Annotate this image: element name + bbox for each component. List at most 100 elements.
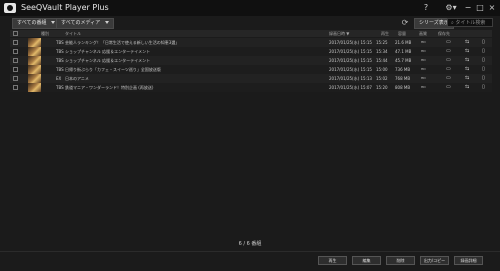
header-type[interactable]: 種別	[41, 30, 49, 37]
row-duration: 15:44	[376, 58, 388, 63]
play-button[interactable]: 再生	[318, 256, 347, 265]
row-duration: 15:34	[376, 49, 388, 54]
select-all-checkbox[interactable]	[13, 31, 18, 36]
row-title: 日帰り街ぶらり「カフェ・スイーツ巡り」全国放送版	[65, 67, 161, 72]
thumbnail	[28, 74, 41, 83]
transfer-icon[interactable]: ⇆	[465, 47, 469, 56]
thumbnail	[28, 56, 41, 65]
row-quality: HD	[421, 40, 426, 44]
row-quality: HD	[421, 85, 426, 89]
row-checkbox[interactable]	[13, 76, 18, 81]
row-duration: 15:02	[376, 76, 388, 81]
table-row[interactable]: EX 日本のアニメ 2017/01/25(水) 15:13 15:02 768 …	[10, 74, 492, 83]
row-checkbox[interactable]	[13, 85, 18, 90]
thumbnail	[28, 38, 41, 47]
table-row[interactable]: TBS 日帰り街ぶらり「カフェ・スイーツ巡り」全国放送版 2017/01/25(…	[10, 65, 492, 74]
row-title: 鉄道マニア・ワンダーランド！特別企画 (再放送)	[65, 85, 154, 90]
header-title[interactable]: タイトル	[65, 30, 81, 37]
row-checkbox[interactable]	[13, 67, 18, 72]
table-row[interactable]: TBS 芸能人ランキング！「日常生活で使える新しい生活の知恵3選」 2017/0…	[10, 38, 492, 47]
transfer-icon[interactable]: ⇆	[465, 38, 469, 47]
row-checkbox[interactable]	[13, 58, 18, 63]
row-type: TBS	[56, 40, 64, 45]
delete-icon[interactable]: ▯	[482, 83, 485, 92]
row-quality: HD	[421, 58, 426, 62]
header-size[interactable]: 容量	[398, 30, 406, 37]
header-duration[interactable]: 再生	[381, 30, 389, 37]
row-size: 736 MB	[395, 67, 411, 72]
thumbnail	[28, 47, 41, 56]
delete-icon[interactable]: ▯	[482, 47, 485, 56]
transfer-icon[interactable]: ⇆	[465, 74, 469, 83]
table-row[interactable]: TBS ショップチャンネル 応援＆エンターテイメント 2017/01/25(水)…	[10, 56, 492, 65]
transfer-icon[interactable]: ⇆	[465, 56, 469, 65]
row-duration: 15:00	[376, 67, 388, 72]
table-row[interactable]: TBS ショップチャンネル 応援＆エンターテイメント 2017/01/25(水)…	[10, 47, 492, 56]
row-date: 2017/01/25(水) 15:15	[329, 67, 372, 72]
header-quality[interactable]: 画質	[419, 30, 427, 37]
program-filter-dropdown[interactable]: すべての番組	[12, 18, 61, 29]
row-quality: HD	[421, 49, 426, 53]
row-date: 2017/01/25(水) 15:07	[329, 85, 372, 90]
device-icon: ▭	[446, 48, 451, 54]
delete-icon[interactable]: ▯	[482, 65, 485, 74]
title-bar: SeeQVault Player Plus ? ⚙▾ − □ ×	[0, 0, 500, 16]
refresh-icon[interactable]: ⟳	[400, 18, 410, 28]
export-button[interactable]: 出力/コピー	[420, 256, 449, 265]
media-filter-dropdown[interactable]: すべてのメディア	[56, 18, 115, 29]
table-header: 種別 タイトル 録画日時 ▼ 再生 容量 画質 保存先	[10, 30, 492, 37]
close-icon[interactable]: ×	[487, 1, 497, 15]
transfer-icon[interactable]: ⇆	[465, 83, 469, 92]
series-view-label: シリーズ表示	[419, 20, 449, 26]
row-quality: HD	[421, 67, 426, 71]
table-row[interactable]: TBS 鉄道マニア・ワンダーランド！特別企画 (再放送) 2017/01/25(…	[10, 83, 492, 92]
row-type: EX	[56, 76, 62, 81]
minimize-icon[interactable]: −	[463, 1, 473, 15]
row-duration: 15:20	[376, 85, 388, 90]
row-title: ショップチャンネル 応援＆エンターテイメント	[65, 49, 151, 54]
app-logo-icon	[4, 3, 16, 13]
thumbnail	[28, 65, 41, 74]
header-dest[interactable]: 保存先	[438, 30, 450, 37]
row-duration: 15:25	[376, 40, 388, 45]
delete-icon[interactable]: ▯	[482, 74, 485, 83]
delete-icon[interactable]: ▯	[482, 56, 485, 65]
row-date: 2017/01/25(水) 15:13	[329, 76, 372, 81]
settings-icon[interactable]: ⚙▾	[444, 1, 458, 15]
row-size: 21.6 MB	[395, 40, 412, 45]
row-checkbox[interactable]	[13, 49, 18, 54]
device-icon: ▭	[446, 75, 451, 81]
device-icon: ▭	[446, 84, 451, 90]
edit-button[interactable]: 編集	[352, 256, 381, 265]
row-type: TBS	[56, 85, 64, 90]
chevron-down-icon	[105, 21, 110, 24]
row-type: TBS	[56, 49, 64, 54]
search-input[interactable]: ⌕ タイトル検索	[447, 18, 493, 27]
app-title: SeeQVault Player Plus	[21, 3, 109, 12]
row-date: 2017/01/25(水) 15:15	[329, 58, 372, 63]
details-button[interactable]: 録画詳細	[454, 256, 483, 265]
row-size: 808 MB	[395, 85, 411, 90]
chevron-down-icon	[51, 21, 56, 24]
thumbnail	[28, 83, 41, 92]
program-filter-label: すべての番組	[17, 20, 47, 26]
row-quality: HD	[421, 76, 426, 80]
row-type: TBS	[56, 58, 64, 63]
row-title: 日本のアニメ	[65, 76, 89, 81]
header-date[interactable]: 録画日時 ▼	[329, 30, 349, 37]
help-icon[interactable]: ?	[421, 1, 431, 15]
media-filter-label: すべてのメディア	[61, 20, 101, 26]
row-checkbox[interactable]	[13, 40, 18, 45]
delete-icon[interactable]: ▯	[482, 38, 485, 47]
row-size: 45.7 MB	[395, 58, 412, 63]
delete-button[interactable]: 削除	[386, 256, 415, 265]
transfer-icon[interactable]: ⇆	[465, 65, 469, 74]
row-date: 2017/01/25(水) 15:15	[329, 49, 372, 54]
device-icon: ▭	[446, 39, 451, 45]
row-type: TBS	[56, 67, 64, 72]
maximize-icon[interactable]: □	[475, 1, 485, 15]
device-icon: ▭	[446, 57, 451, 63]
row-title: 芸能人ランキング！「日常生活で使える新しい生活の知恵3選」	[65, 40, 180, 45]
search-placeholder: タイトル検索	[455, 20, 486, 26]
row-size: 47.1 MB	[395, 49, 412, 54]
